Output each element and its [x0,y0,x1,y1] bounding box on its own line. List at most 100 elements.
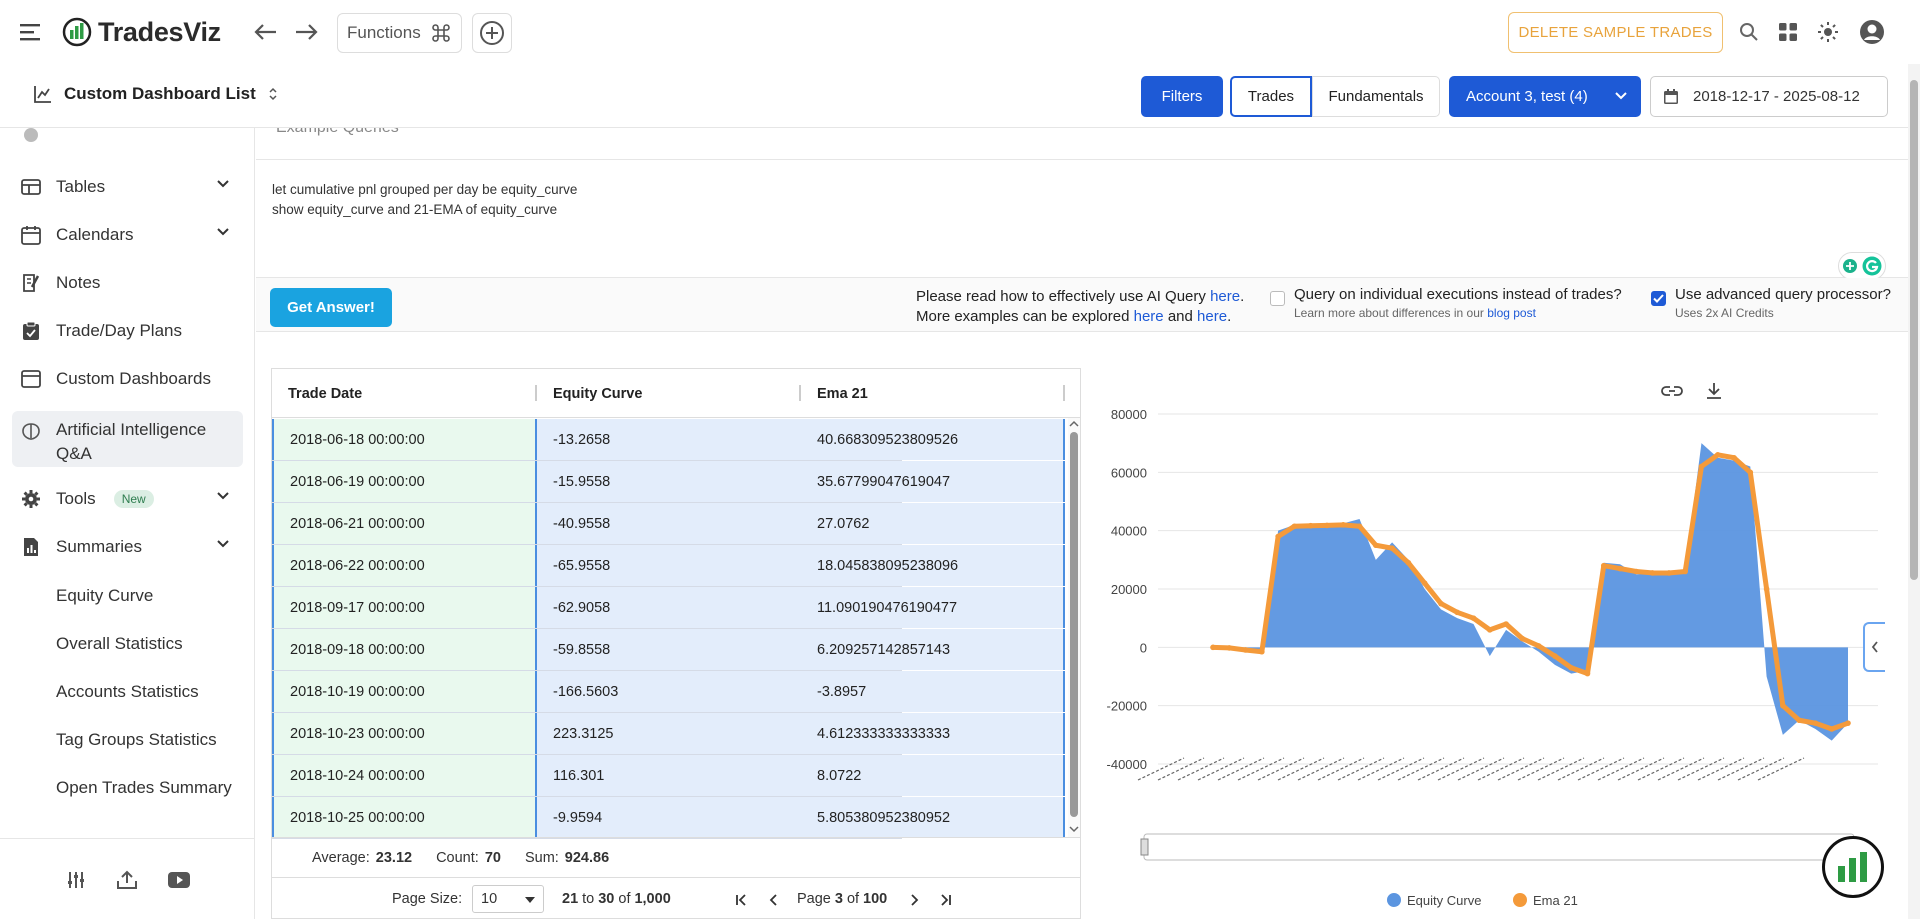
cell-trade-date[interactable]: 2018-10-25 00:00:00 [272,797,537,838]
cell-equity-curve[interactable]: -59.8558 [537,629,801,670]
cell-equity-curve[interactable]: -9.9594 [537,797,801,838]
filters-button[interactable]: Filters [1141,76,1223,117]
cell-equity-curve[interactable]: -166.5603 [537,671,801,712]
column-resize-handle[interactable] [1063,385,1065,401]
column-header-ema-21[interactable]: Ema 21 [801,369,1065,418]
blog-post-link[interactable]: blog post [1487,306,1536,320]
page-scrollbar[interactable] [1908,64,1920,919]
cell-trade-date[interactable]: 2018-06-22 00:00:00 [272,545,537,586]
download-icon[interactable] [1707,383,1721,399]
sidebar-subitem-open-trades-summary[interactable]: Open Trades Summary [56,778,232,798]
cell-equity-curve[interactable]: -62.9058 [537,587,801,628]
examples-link-here-1[interactable]: here [1134,308,1164,325]
advanced-processor-checkbox[interactable] [1651,291,1666,306]
sidebar-subitem-accounts-statistics[interactable]: Accounts Statistics [56,682,199,702]
link-icon[interactable] [1661,386,1683,396]
table-row[interactable]: 2018-06-19 00:00:00 -15.9558 35.6779904761… [272,461,1065,503]
cell-equity-curve[interactable]: 223.3125 [537,713,801,754]
sidebar-subitem-equity-curve[interactable]: Equity Curve [56,586,153,606]
forward-arrow-icon[interactable] [292,20,320,44]
sidebar-item-notes[interactable]: Notes [0,261,254,305]
table-row[interactable]: 2018-06-21 00:00:00 -40.9558 27.0762 [272,503,1065,545]
table-row[interactable]: 2018-09-17 00:00:00 -62.9058 11.0901904761… [272,587,1065,629]
functions-button[interactable]: Functions [337,13,462,53]
cell-ema-21[interactable]: 5.805380952380952 [801,797,1065,838]
sidebar-subitem-tag-groups-statistics[interactable]: Tag Groups Statistics [56,730,217,750]
cell-equity-curve[interactable]: -15.9558 [537,461,801,502]
table-row[interactable]: 2018-06-18 00:00:00 -13.2658 40.6683095238… [272,419,1065,461]
table-row[interactable]: 2018-06-22 00:00:00 -65.9558 18.0458380952… [272,545,1065,587]
menu-icon[interactable] [18,20,44,44]
cell-equity-curve[interactable]: 116.301 [537,755,801,796]
cell-ema-21[interactable]: 35.67799047619047 [801,461,1065,502]
cell-ema-21[interactable]: 40.668309523809526 [801,419,1065,460]
table-row[interactable]: 2018-10-19 00:00:00 -166.5603 -3.8957 [272,671,1065,713]
cell-trade-date[interactable]: 2018-06-19 00:00:00 [272,461,537,502]
column-header-trade-date[interactable]: Trade Date [272,369,537,418]
cell-trade-date[interactable]: 2018-10-19 00:00:00 [272,671,537,712]
help-link-here[interactable]: here [1210,288,1240,305]
page-size-select[interactable]: 10 [472,885,544,913]
cell-trade-date[interactable]: 2018-10-24 00:00:00 [272,755,537,796]
sidebar-item-tables[interactable]: Tables [0,165,254,209]
sidebar-item-summaries[interactable]: Summaries [0,525,254,569]
cell-ema-21[interactable]: 6.209257142857143 [801,629,1065,670]
example-queries-header[interactable]: Example Queries [256,128,1908,160]
account-selector[interactable]: Account 3, test (4) [1449,76,1641,117]
dashboard-selector[interactable]: Custom Dashboard List [34,84,278,104]
back-arrow-icon[interactable] [252,20,280,44]
sidebar-item-custom-dashboards[interactable]: Custom Dashboards [0,357,254,401]
fundamentals-toggle-button[interactable]: Fundamentals [1312,76,1440,117]
cell-ema-21[interactable]: 4.612333333333333 [801,713,1065,754]
table-row[interactable]: 2018-10-23 00:00:00 223.3125 4.61233333333… [272,713,1065,755]
table-row[interactable]: 2018-10-24 00:00:00 116.301 8.0722 [272,755,1065,797]
delete-sample-trades-button[interactable]: DELETE SAMPLE TRADES [1508,12,1723,53]
brand-logo[interactable]: TradesViz [62,14,221,50]
trades-toggle-button[interactable]: Trades [1230,76,1312,117]
previous-page-icon[interactable] [768,894,780,906]
sidebar-item-trade-day-plans[interactable]: Trade/Day Plans [0,309,254,353]
cell-trade-date[interactable]: 2018-09-17 00:00:00 [272,587,537,628]
user-avatar-icon[interactable] [1858,18,1886,46]
table-row[interactable]: 2018-09-18 00:00:00 -59.8558 6.20925714285… [272,629,1065,671]
query-textarea[interactable]: let cumulative pnl grouped per day be eq… [256,160,1908,280]
first-page-icon[interactable] [735,894,747,906]
cell-ema-21[interactable]: -3.8957 [801,671,1065,712]
upload-share-icon[interactable] [114,868,140,892]
cell-equity-curve[interactable]: -13.2658 [537,419,801,460]
chart-panel-toggle[interactable] [1863,622,1885,672]
last-page-icon[interactable] [940,894,952,906]
grammarly-widget[interactable] [1838,252,1886,280]
cell-trade-date[interactable]: 2018-10-23 00:00:00 [272,713,537,754]
sidebar-item-overview[interactable] [0,128,254,150]
sidebar-item-calendars[interactable]: Calendars [0,213,254,257]
cell-trade-date[interactable]: 2018-06-18 00:00:00 [272,419,537,460]
floating-help-widget[interactable] [1822,836,1884,898]
cell-equity-curve[interactable]: -40.9558 [537,503,801,544]
cell-trade-date[interactable]: 2018-06-21 00:00:00 [272,503,537,544]
apps-grid-icon[interactable] [1776,20,1800,44]
cell-ema-21[interactable]: 8.0722 [801,755,1065,796]
sidebar-subitem-overall-statistics[interactable]: Overall Statistics [56,634,183,654]
next-page-icon[interactable] [908,894,920,906]
add-button[interactable] [472,13,512,53]
page-scrollbar-thumb[interactable] [1910,80,1918,580]
cell-trade-date[interactable]: 2018-09-18 00:00:00 [272,629,537,670]
executions-checkbox[interactable] [1270,291,1285,311]
cell-equity-curve[interactable]: -65.9558 [537,545,801,586]
sidebar-item-ai-qa[interactable]: Artificial Intelligence Q&A [12,411,243,467]
examples-link-here-2[interactable]: here [1197,308,1227,325]
search-icon[interactable] [1737,20,1761,44]
get-answer-button[interactable]: Get Answer! [270,288,392,327]
cell-ema-21[interactable]: 27.0762 [801,503,1065,544]
scrollbar-thumb[interactable] [1070,432,1078,817]
date-range-picker[interactable]: 2018-12-17 - 2025-08-12 [1650,76,1888,117]
theme-sun-icon[interactable] [1816,20,1840,44]
youtube-icon[interactable] [166,869,192,891]
sliders-icon[interactable] [64,869,88,891]
sidebar-item-tools[interactable]: Tools New [0,477,254,521]
table-row[interactable]: 2018-10-25 00:00:00 -9.9594 5.805380952380… [272,797,1065,839]
cell-ema-21[interactable]: 11.090190476190477 [801,587,1065,628]
cell-ema-21[interactable]: 18.045838095238096 [801,545,1065,586]
column-header-equity-curve[interactable]: Equity Curve [537,369,801,418]
